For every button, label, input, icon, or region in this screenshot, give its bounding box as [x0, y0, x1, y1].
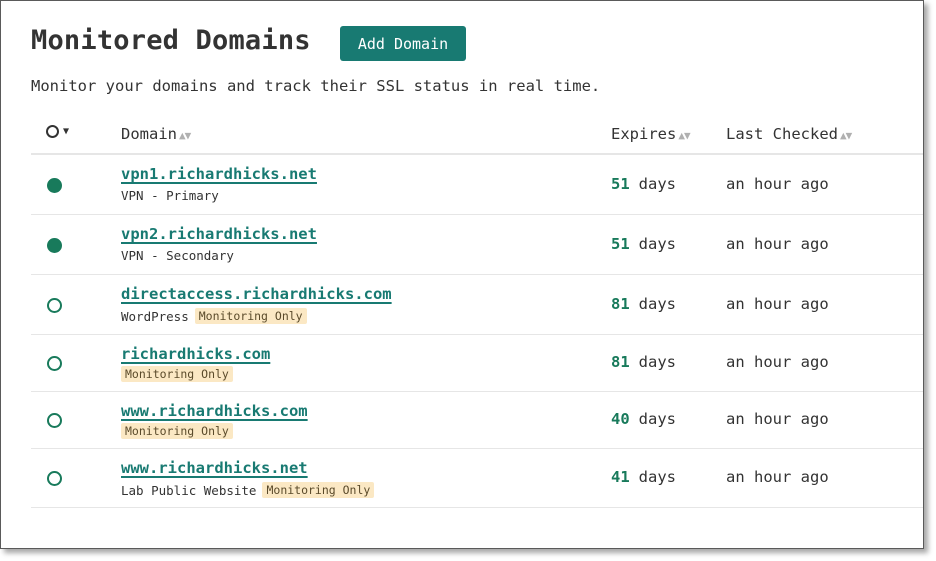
- sort-icon: ▲▼: [839, 129, 852, 142]
- page-subtitle: Monitor your domains and track their SSL…: [31, 77, 601, 95]
- expires-cell: 40 days: [611, 410, 676, 428]
- domain-column-header[interactable]: Domain ▲▼: [121, 125, 191, 143]
- domain-details: VPN - Primary: [121, 188, 219, 203]
- table-header: ▼ Domain ▲▼ Expires ▲▼ Last Checked ▲▼: [31, 113, 923, 155]
- status-indicator-icon: [47, 297, 62, 313]
- domain-link[interactable]: richardhicks.com: [121, 345, 270, 363]
- domain-description: VPN - Primary: [121, 188, 219, 203]
- domain-link[interactable]: www.richardhicks.net: [121, 459, 308, 477]
- status-indicator-icon: [47, 177, 62, 193]
- expires-cell: 51 days: [611, 175, 676, 193]
- last-checked-cell: an hour ago: [726, 410, 829, 428]
- table-body: vpn1.richardhicks.net VPN - Primary 51 days…: [31, 155, 923, 508]
- expires-cell: 41 days: [611, 468, 676, 486]
- table-row: www.richardhicks.com Monitoring Only 40 day…: [31, 392, 923, 449]
- page-title: Monitored Domains: [31, 25, 311, 56]
- domain-details: VPN - Secondary: [121, 248, 234, 263]
- domain-description: WordPress: [121, 308, 189, 324]
- domain-header-label: Domain: [121, 125, 177, 143]
- last-checked-cell: an hour ago: [726, 353, 829, 371]
- expires-unit: days: [638, 468, 676, 486]
- last-checked-cell: an hour ago: [726, 468, 829, 486]
- domain-description: VPN - Secondary: [121, 248, 234, 263]
- expires-column-header[interactable]: Expires ▲▼: [611, 125, 691, 143]
- expires-cell: 81 days: [611, 295, 676, 313]
- last-checked-column-header[interactable]: Last Checked ▲▼: [726, 125, 852, 143]
- expires-days-value: 40: [611, 410, 630, 428]
- domain-details: Monitoring Only: [121, 423, 233, 439]
- monitoring-only-badge: Monitoring Only: [194, 308, 307, 324]
- status-indicator-icon: [47, 471, 62, 486]
- expires-header-label: Expires: [611, 125, 677, 143]
- expires-cell: 51 days: [611, 235, 676, 253]
- status-indicator-icon: [47, 413, 62, 428]
- monitoring-only-badge: Monitoring Only: [262, 482, 375, 498]
- sort-icon: ▲▼: [179, 129, 191, 142]
- domains-table: ▼ Domain ▲▼ Expires ▲▼ Last Checked ▲▼ vpn1…: [31, 113, 923, 508]
- expires-days-value: 81: [611, 294, 630, 313]
- table-row: www.richardhicks.net Lab Public Website Mo…: [31, 449, 923, 508]
- status-column-header[interactable]: ▼: [46, 125, 69, 138]
- status-indicator-icon: [47, 356, 62, 371]
- expires-days-value: 41: [611, 468, 630, 486]
- last-checked-header-label: Last Checked: [726, 125, 838, 143]
- last-checked-cell: an hour ago: [726, 294, 829, 313]
- table-row: directaccess.richardhicks.com WordPress Mo…: [31, 275, 923, 335]
- table-row: vpn2.richardhicks.net VPN - Secondary 51 da…: [31, 215, 923, 275]
- expires-unit: days: [638, 234, 676, 253]
- last-checked-cell: an hour ago: [726, 234, 829, 253]
- status-filter-icon: [46, 125, 59, 138]
- expires-unit: days: [638, 353, 676, 371]
- expires-days-value: 51: [611, 174, 630, 193]
- expires-unit: days: [638, 294, 676, 313]
- domain-details: Monitoring Only: [121, 366, 233, 382]
- add-domain-button[interactable]: Add Domain: [340, 26, 466, 61]
- table-row: vpn1.richardhicks.net VPN - Primary 51 days…: [31, 155, 923, 215]
- sort-icon: ▲▼: [678, 129, 690, 142]
- expires-days-value: 51: [611, 234, 630, 253]
- status-indicator-icon: [47, 237, 62, 253]
- domain-details: Lab Public Website Monitoring Only: [121, 482, 375, 498]
- domain-link[interactable]: directaccess.richardhicks.com: [121, 285, 392, 303]
- monitoring-only-badge: Monitoring Only: [121, 423, 233, 439]
- expires-cell: 81 days: [611, 353, 676, 371]
- app-window: Monitored Domains Add Domain Monitor you…: [0, 0, 924, 549]
- domain-link[interactable]: vpn1.richardhicks.net: [121, 165, 317, 183]
- last-checked-cell: an hour ago: [726, 174, 829, 193]
- expires-unit: days: [638, 410, 676, 428]
- domain-details: WordPress Monitoring Only: [121, 308, 307, 324]
- monitoring-only-badge: Monitoring Only: [121, 366, 233, 382]
- domain-link[interactable]: vpn2.richardhicks.net: [121, 225, 317, 243]
- domain-link[interactable]: www.richardhicks.com: [121, 402, 308, 420]
- expires-unit: days: [638, 174, 676, 193]
- chevron-down-icon: ▼: [63, 126, 70, 137]
- domain-description: Lab Public Website: [121, 482, 257, 498]
- table-row: richardhicks.com Monitoring Only 81 days an …: [31, 335, 923, 392]
- expires-days-value: 81: [611, 353, 630, 371]
